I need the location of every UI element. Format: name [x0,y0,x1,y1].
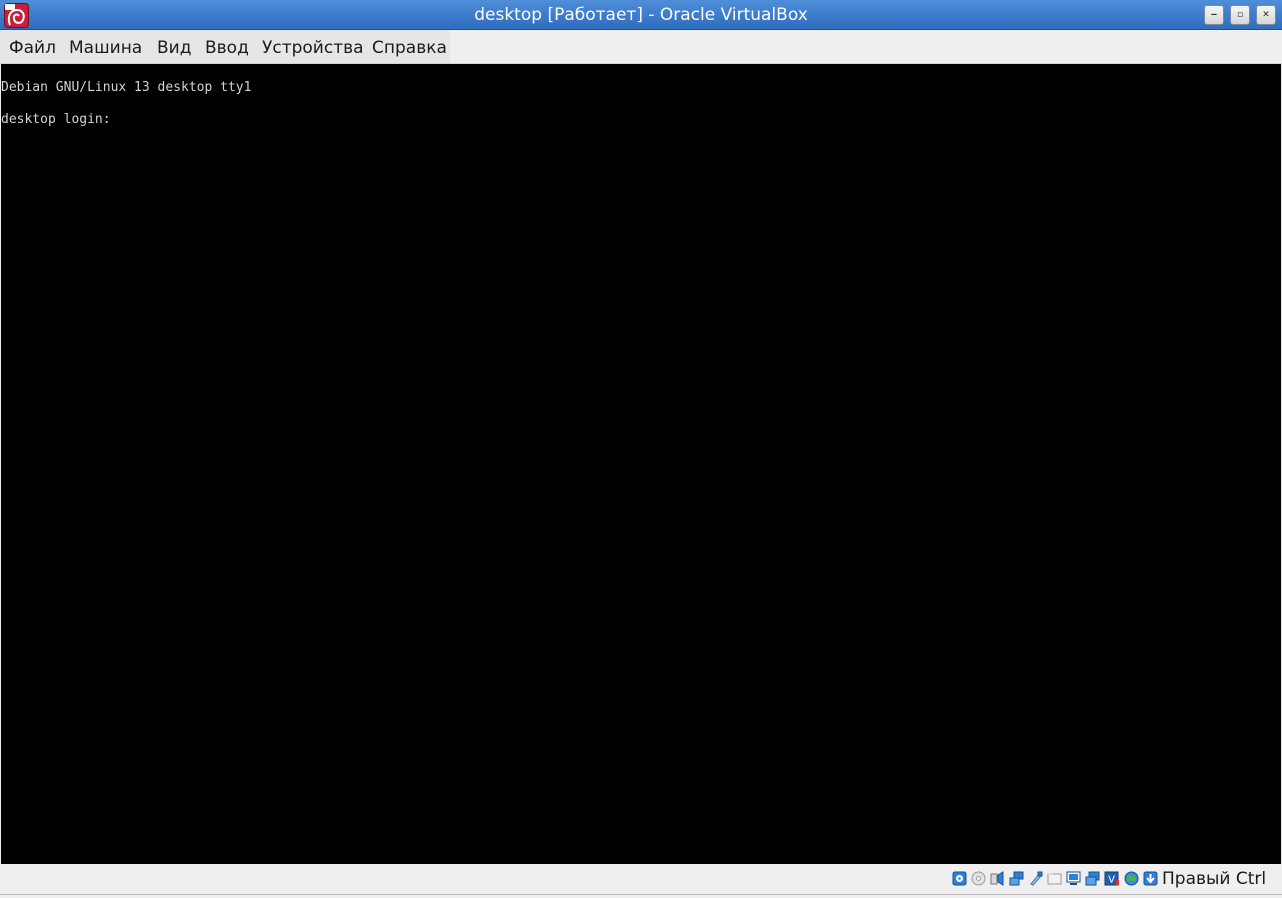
mouse-integration-icon[interactable] [1143,871,1158,886]
menu-bar: Файл Машина Вид Ввод Устройства Справка [0,30,1282,64]
svg-text:V: V [1108,875,1115,886]
console-login-prompt: desktop login: [1,112,111,127]
menu-input[interactable]: Ввод [205,38,249,58]
minimize-button[interactable]: ‒ [1204,5,1224,25]
menu-devices[interactable]: Устройства [262,38,364,58]
window-title: desktop [Работает] - Oracle VirtualBox [474,5,808,25]
virtualization-icon[interactable]: V [1104,871,1119,886]
menu-view[interactable]: Вид [157,38,191,58]
menu-machine[interactable]: Машина [69,38,142,58]
shared-folders-icon[interactable] [1047,871,1062,886]
console-banner: Debian GNU/Linux 13 desktop tty1 [1,80,252,95]
maximize-button[interactable]: ▫ [1230,5,1250,25]
hard-disk-icon[interactable] [952,871,967,886]
optical-drive-icon[interactable] [971,871,986,886]
menu-file[interactable]: Файл [9,38,56,58]
display-icon[interactable] [1066,871,1081,886]
usb-icon[interactable] [1028,871,1043,886]
vm-display[interactable]: Debian GNU/Linux 13 desktop tty1 desktop… [1,64,1281,864]
menu-help[interactable]: Справка [372,38,447,58]
audio-icon[interactable] [990,871,1005,886]
recording-icon[interactable] [1085,871,1100,886]
network-icon[interactable] [1009,871,1024,886]
status-bar: V Правый Ctrl [0,864,1282,894]
window-bottom-edge [0,894,1282,898]
title-bar: desktop [Работает] - Oracle VirtualBox ‒… [0,0,1282,30]
close-button[interactable]: ✕ [1256,5,1276,25]
guest-additions-icon[interactable] [1124,871,1139,886]
host-key-label[interactable]: Правый Ctrl [1162,869,1266,889]
